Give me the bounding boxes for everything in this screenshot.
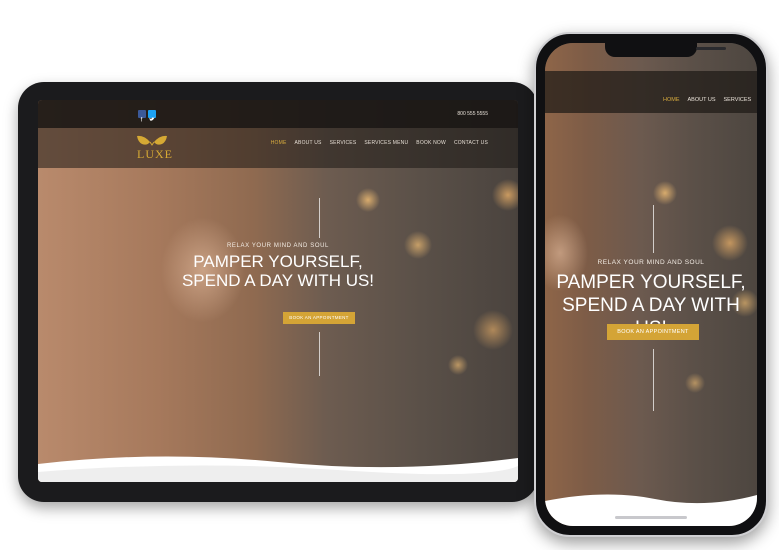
phone-screen: HOME ABOUT US SERVICES RELAX YOUR MIND A… — [545, 43, 757, 526]
phone-wave-divider — [545, 494, 757, 526]
home-indicator — [615, 516, 687, 519]
luxe-logo[interactable]: LUXE — [135, 134, 172, 164]
top-bar: f 800 555 5555 — [38, 100, 518, 128]
nav-contact-us[interactable]: CONTACT US — [454, 140, 488, 146]
wave-divider — [38, 456, 518, 482]
phone-device: HOME ABOUT US SERVICES RELAX YOUR MIND A… — [534, 32, 768, 537]
speaker-icon — [696, 47, 726, 50]
phone-divider-line-top — [653, 205, 654, 253]
svg-text:f: f — [141, 118, 143, 123]
phone-nav-services[interactable]: SERVICES — [724, 97, 752, 103]
tablet-screen: f 800 555 5555 LUXE HOME ABOUT US SERVIC… — [38, 100, 518, 482]
divider-line-top — [319, 198, 320, 238]
hero-heading-line2: SPEND A DAY WITH US! — [181, 271, 375, 290]
mask-logo-icon — [137, 135, 167, 146]
nav-about-us[interactable]: ABOUT US — [295, 140, 322, 146]
nav-services-menu[interactable]: SERVICES MENU — [364, 140, 408, 146]
nav-home[interactable]: HOME — [271, 140, 287, 146]
hero-heading: PAMPER YOURSELF, SPEND A DAY WITH US! — [38, 252, 518, 290]
tablet-device: f 800 555 5555 LUXE HOME ABOUT US SERVIC… — [18, 82, 538, 502]
nav-book-now[interactable]: BOOK NOW — [416, 140, 446, 146]
navigation-bar — [38, 128, 518, 168]
phone-navigation-bar — [545, 71, 757, 113]
main-nav: HOME ABOUT US SERVICES SERVICES MENU BOO… — [271, 140, 488, 146]
phone-hero-tagline: RELAX YOUR MIND AND SOUL — [597, 259, 705, 266]
divider-line-bottom — [319, 332, 320, 376]
hero-heading-line1: PAMPER YOURSELF, — [193, 252, 363, 271]
phone-divider-line-bottom — [653, 349, 654, 411]
facebook-icon[interactable]: f — [138, 110, 146, 124]
phone-nav-home[interactable]: HOME — [663, 97, 680, 103]
phone-number[interactable]: 800 555 5555 — [457, 111, 488, 117]
nav-services[interactable]: SERVICES — [330, 140, 357, 146]
phone-book-appointment-button[interactable]: BOOK AN APPOINTMENT — [607, 324, 699, 340]
phone-main-nav: HOME ABOUT US SERVICES — [663, 97, 751, 103]
phone-nav-about-us[interactable]: ABOUT US — [688, 97, 716, 103]
phone-notch — [605, 43, 726, 57]
twitter-icon[interactable] — [148, 110, 156, 121]
logo-text: LUXE — [137, 147, 173, 161]
phone-hero-heading-line1: PAMPER YOURSELF, — [556, 272, 746, 293]
book-appointment-button[interactable]: BOOK AN APPOINTMENT — [283, 312, 355, 324]
hero-tagline: RELAX YOUR MIND AND SOUL — [227, 243, 329, 249]
